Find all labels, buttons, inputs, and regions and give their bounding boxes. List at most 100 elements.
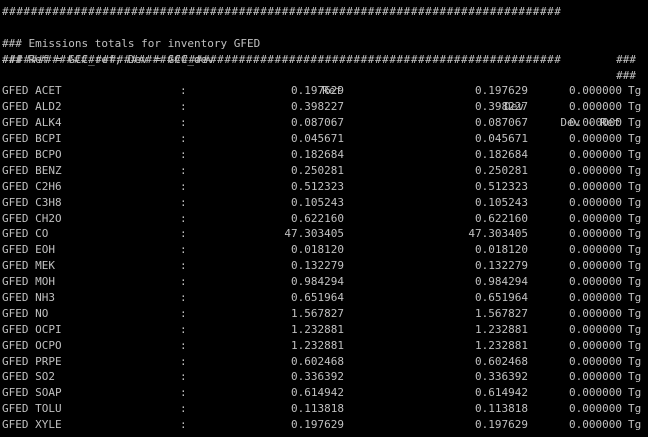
dev-value: 0.113818: [475, 402, 528, 416]
dev-value: 0.087067: [475, 116, 528, 130]
table-row: GFED OCPI: 1.232881 1.232881 0.000000 Tg: [2, 322, 646, 338]
unit-label: Tg: [628, 275, 642, 289]
separator-colon: :: [180, 259, 187, 273]
diff-value: 0.000000: [569, 418, 622, 432]
diff-value: 0.000000: [569, 338, 622, 352]
diff-value: 0.000000: [569, 148, 622, 162]
separator-colon: :: [180, 354, 187, 368]
table-row: GFED C2H6: 0.512323 0.512323 0.000000 Tg: [2, 179, 646, 195]
table-row: GFED SO2: 0.336392 0.336392 0.000000 Tg: [2, 369, 646, 385]
diff-value: 0.000000: [569, 132, 622, 146]
table-row: GFED MEK: 0.132279 0.132279 0.000000 Tg: [2, 258, 646, 274]
unit-label: Tg: [628, 100, 642, 114]
table-row: GFED CH2O: 0.622160 0.622160 0.000000 Tg: [2, 211, 646, 227]
table-row: GFED BCPO: 0.182684 0.182684 0.000000 Tg: [2, 147, 646, 163]
dev-value: 1.232881: [475, 322, 528, 336]
unit-label: Tg: [628, 259, 642, 273]
species-name: GFED NO: [2, 306, 49, 320]
table-row: GFED BCPI: 0.045671 0.045671 0.000000 Tg: [2, 131, 646, 147]
species-name: GFED OCPO: [2, 338, 62, 352]
table-row: GFED XYLE: 0.197629 0.197629 0.000000 Tg: [2, 417, 646, 433]
separator-colon: :: [180, 163, 187, 177]
ref-value: 0.250281: [291, 163, 344, 177]
dev-value: 0.105243: [475, 195, 528, 209]
diff-value: 0.000000: [569, 354, 622, 368]
separator-colon: :: [180, 195, 187, 209]
separator-colon: :: [180, 211, 187, 225]
terminal-output[interactable]: ########################################…: [2, 4, 646, 433]
diff-value: 0.000000: [569, 370, 622, 384]
table-row: GFED CO: 47.303405 47.303405 0.000000 Tg: [2, 226, 646, 242]
ref-value: 0.197629: [291, 418, 344, 432]
ref-value: 1.567827: [291, 306, 344, 320]
species-name: GFED CH2O: [2, 211, 62, 225]
ref-value: 0.984294: [291, 275, 344, 289]
species-name: GFED C2H6: [2, 179, 62, 193]
ref-value: 0.018120: [291, 243, 344, 257]
diff-value: 0.000000: [569, 322, 622, 336]
separator-colon: :: [180, 418, 187, 432]
unit-label: Tg: [628, 116, 642, 130]
dev-value: 0.622160: [475, 211, 528, 225]
ref-value: 0.622160: [291, 211, 344, 225]
unit-label: Tg: [628, 322, 642, 336]
diff-value: 0.000000: [569, 195, 622, 209]
dev-value: 0.182684: [475, 148, 528, 162]
table-row: GFED PRPE: 0.602468 0.602468 0.000000 Tg: [2, 354, 646, 370]
separator-colon: :: [180, 306, 187, 320]
ref-value: 0.602468: [291, 354, 344, 368]
diff-value: 0.000000: [569, 259, 622, 273]
diff-value: 0.000000: [569, 243, 622, 257]
species-name: GFED NH3: [2, 291, 55, 305]
separator-colon: :: [180, 132, 187, 146]
diff-value: 0.000000: [569, 306, 622, 320]
unit-label: Tg: [628, 227, 642, 241]
unit-label: Tg: [628, 338, 642, 352]
table-row: GFED ALK4: 0.087067 0.087067 0.000000 Tg: [2, 115, 646, 131]
unit-label: Tg: [628, 306, 642, 320]
ref-value: 0.113818: [291, 402, 344, 416]
diff-value: 0.000000: [569, 84, 622, 98]
unit-label: Tg: [628, 354, 642, 368]
ref-value: 47.303405: [284, 227, 344, 241]
diff-value: 0.000000: [569, 386, 622, 400]
diff-value: 0.000000: [569, 116, 622, 130]
unit-label: Tg: [628, 211, 642, 225]
separator-colon: :: [180, 179, 187, 193]
ref-value: 0.197629: [291, 84, 344, 98]
species-name: GFED MOH: [2, 275, 55, 289]
table-row: GFED OCPO: 1.232881 1.232881 0.000000 Tg: [2, 338, 646, 354]
separator-colon: :: [180, 370, 187, 384]
species-name: GFED C3H8: [2, 195, 62, 209]
unit-label: Tg: [628, 418, 642, 432]
table-row: GFED TOLU: 0.113818 0.113818 0.000000 Tg: [2, 401, 646, 417]
dev-value: 0.045671: [475, 132, 528, 146]
species-name: GFED BCPO: [2, 148, 62, 162]
separator-colon: :: [180, 322, 187, 336]
unit-label: Tg: [628, 402, 642, 416]
ref-value: 0.105243: [291, 195, 344, 209]
separator-colon: :: [180, 275, 187, 289]
dev-value: 47.303405: [468, 227, 528, 241]
dev-value: 0.651964: [475, 291, 528, 305]
diff-value: 0.000000: [569, 291, 622, 305]
table-row: GFED SOAP: 0.614942 0.614942 0.000000 Tg: [2, 385, 646, 401]
dev-value: 0.614942: [475, 386, 528, 400]
species-name: GFED BENZ: [2, 163, 62, 177]
column-header-row: Ref Dev Dev - Ref: [2, 68, 646, 129]
dev-value: 0.018120: [475, 243, 528, 257]
separator-colon: :: [180, 291, 187, 305]
unit-label: Tg: [628, 195, 642, 209]
ref-value: 0.132279: [291, 259, 344, 273]
species-name: GFED PRPE: [2, 354, 62, 368]
species-name: GFED SOAP: [2, 386, 62, 400]
species-name: GFED ALK4: [2, 116, 62, 130]
table-row: GFED BENZ: 0.250281 0.250281 0.000000 Tg: [2, 163, 646, 179]
dev-value: 0.250281: [475, 163, 528, 177]
dev-value: 0.398227: [475, 100, 528, 114]
ref-value: 0.651964: [291, 291, 344, 305]
hash-border-top: ########################################…: [2, 5, 562, 18]
separator-colon: :: [180, 148, 187, 162]
separator-colon: :: [180, 116, 187, 130]
species-name: GFED MEK: [2, 259, 55, 273]
